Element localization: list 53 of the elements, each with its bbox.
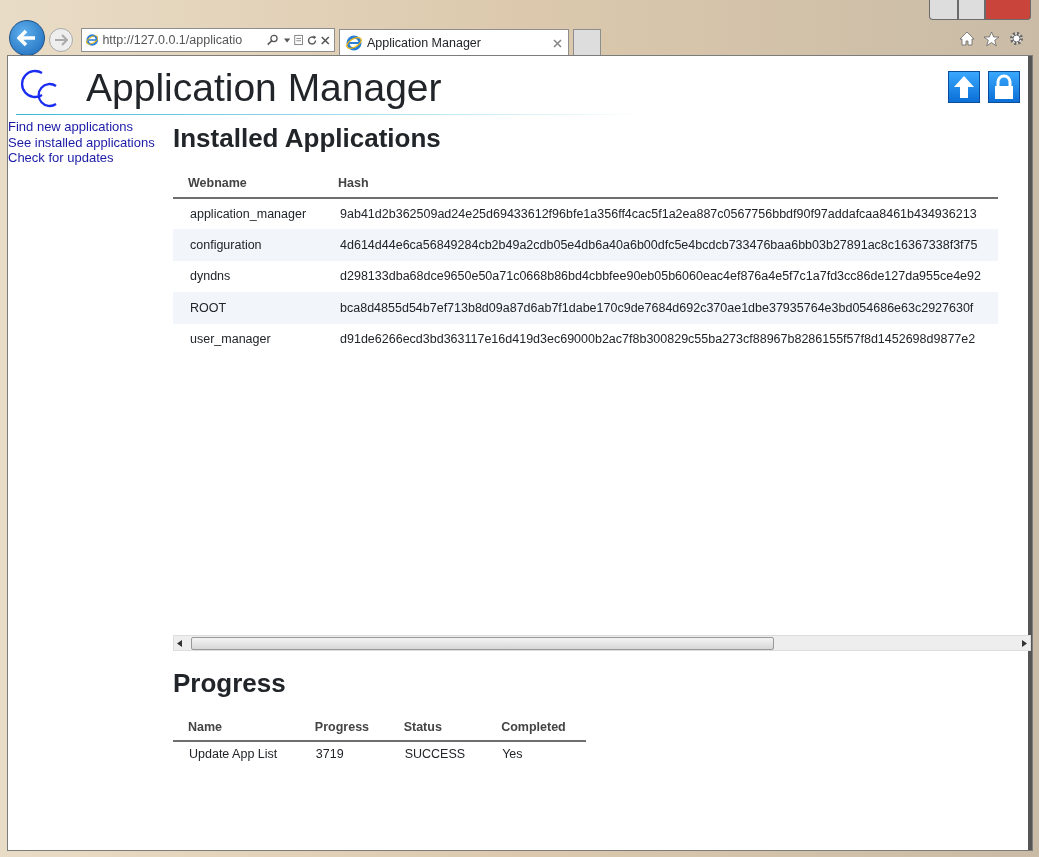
new-tab-button[interactable]: [573, 29, 601, 56]
up-arrow-icon: [952, 74, 976, 100]
section-title: Installed Applications: [173, 123, 442, 155]
caret-icon[interactable]: [283, 37, 291, 43]
scroll-left-icon[interactable]: [177, 639, 182, 647]
sidebar-link[interactable]: See installed applications: [8, 134, 173, 150]
table-cell: 3719: [299, 741, 389, 767]
browser-logo-icon: [346, 35, 362, 51]
table-cell: configuration: [173, 229, 324, 261]
settings-icon[interactable]: [1008, 30, 1025, 47]
table-cell: Update App List: [173, 741, 300, 767]
refresh-icon[interactable]: [307, 33, 318, 47]
table-cell: bca8d4855d54b7ef713b8d09a87d6ab7f1dabe170c9de7684d692c370ae1dbe37935764e3bd054686e63c2927630f: [323, 292, 998, 324]
table-cell: d91de6266ecd3bd363117e16d419d3ec69000b2ac7f8b300829c55ba273cf88967b8286155f57f8d1452698d9877e2: [323, 323, 998, 356]
sidebar-link[interactable]: Find new applications: [8, 119, 173, 135]
table-cell: application_manager: [173, 197, 324, 230]
home-icon[interactable]: [959, 31, 975, 46]
document-icon[interactable]: [294, 33, 304, 47]
close-icon[interactable]: [321, 34, 330, 46]
browser-tab[interactable]: Application Manager: [339, 29, 569, 56]
close-icon[interactable]: [553, 38, 562, 48]
back-button[interactable]: [9, 20, 45, 56]
column-header: Name: [173, 715, 300, 742]
horizontal-scrollbar[interactable]: [173, 635, 1031, 652]
column-header: Status: [388, 715, 487, 742]
sidebar-link[interactable]: Check for updates: [8, 150, 173, 166]
column-header: Progress: [299, 715, 389, 742]
lock-button[interactable]: [988, 71, 1020, 103]
minimize-button[interactable]: [929, 0, 958, 20]
upload-button[interactable]: [948, 71, 980, 103]
table-cell: Yes: [486, 741, 586, 767]
table-cell: dyndns: [173, 260, 324, 293]
back-arrow-icon: [17, 29, 37, 47]
search-icon[interactable]: [267, 33, 280, 47]
table-cell: 9ab41d2b362509ad24e25d69433612f96bfe1a356ff4cac5f1a2ea887c0567756bbdf90f97addafcaa8461b434936213: [323, 197, 998, 230]
address-bar[interactable]: http://127.0.0.1/applicatio: [81, 28, 335, 52]
table-cell: ROOT: [173, 292, 324, 324]
section-title: Progress: [173, 668, 287, 700]
table-cell: 4d614d44e6ca56849284cb2b49a2cdb05e4db6a40a6b00dfc5e4bcdcb733476baa6bb03b27891ac8c16367338f3f75: [323, 229, 998, 261]
table-cell: SUCCESS: [388, 741, 487, 767]
column-header: Webname: [173, 170, 324, 198]
table-cell: user_manager: [173, 323, 324, 356]
star-icon[interactable]: [983, 30, 1000, 47]
forward-arrow-icon: [54, 34, 68, 46]
address-field[interactable]: http://127.0.0.1/applicatio: [102, 30, 264, 50]
column-header: Hash: [323, 170, 998, 198]
maximize-button[interactable]: [958, 0, 985, 20]
page-title: Application Manager: [86, 67, 442, 107]
lock-icon: [993, 74, 1015, 100]
tab-label: Application Manager: [367, 34, 482, 52]
column-header: Completed: [486, 715, 586, 742]
table-cell: d298133dba68dce9650e50a71c0668b86bd4cbbfee90eb05b6060eac4ef876a4e5f7c1a7fd3cc86de127da955ce4e92: [323, 260, 998, 293]
browser-logo-icon: [86, 32, 99, 48]
